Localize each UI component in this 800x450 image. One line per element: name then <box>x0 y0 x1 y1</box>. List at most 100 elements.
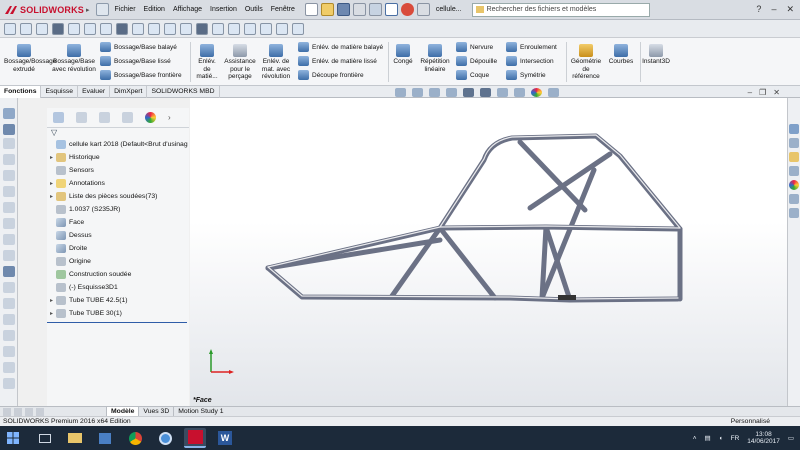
doc-close-button[interactable]: ✕ <box>773 88 780 97</box>
menu-affichage[interactable]: Affichage <box>173 6 202 13</box>
network-icon[interactable]: ▤ <box>705 434 711 442</box>
nervure-button[interactable]: Nervure <box>456 41 493 53</box>
next-tab-icon[interactable] <box>25 407 33 416</box>
zoom-fit-icon[interactable] <box>395 88 406 97</box>
configuration-tab-icon[interactable] <box>99 112 110 123</box>
property-manager-tab-icon[interactable] <box>76 112 87 123</box>
tab-vues-3d[interactable]: Vues 3D <box>138 406 173 417</box>
first-tab-icon[interactable] <box>3 407 11 416</box>
previous-view-icon[interactable] <box>429 88 440 97</box>
delete-body-icon[interactable] <box>3 330 15 341</box>
open-icon[interactable] <box>320 3 334 16</box>
display-style-icon[interactable] <box>480 88 491 97</box>
graphics-area[interactable] <box>190 98 787 408</box>
notifications-icon[interactable]: ▭ <box>788 434 794 442</box>
prev-tab-icon[interactable] <box>14 407 22 416</box>
view-settings-icon[interactable] <box>132 22 144 35</box>
browser-icon[interactable] <box>154 428 176 448</box>
word-icon[interactable]: W <box>214 428 236 448</box>
search-input[interactable]: Rechercher des fichiers et modèles <box>487 6 597 13</box>
tree-item-historique[interactable]: ▸ Historique <box>47 151 189 164</box>
enlev-balaye-button[interactable]: Enlév. de matière balayé <box>298 41 383 53</box>
bossage-extrude-button[interactable]: Bossage/Bossage extrudé <box>4 42 56 73</box>
weldment-icon[interactable] <box>3 108 15 119</box>
symetrie-button[interactable]: Symétrie <box>506 69 546 81</box>
tab-modele[interactable]: Modèle <box>106 406 139 417</box>
view-orientation-icon[interactable] <box>463 88 474 97</box>
last-tab-icon[interactable] <box>36 407 44 416</box>
geometrie-reference-button[interactable]: Géométrie de référence <box>568 42 604 81</box>
repetition-lineaire-button[interactable]: Répétition linéaire <box>418 42 452 73</box>
tab-motion-study[interactable]: Motion Study 1 <box>173 406 227 417</box>
start-button[interactable] <box>0 426 26 450</box>
task-view-icon[interactable] <box>34 428 56 448</box>
tab-evaluer[interactable]: Evaluer <box>78 86 111 98</box>
measure-icon[interactable] <box>148 22 160 35</box>
tree-item-annotations[interactable]: ▸ Annotations <box>47 177 189 190</box>
tab-esquisse[interactable]: Esquisse <box>41 86 79 98</box>
move-icon[interactable] <box>3 298 15 309</box>
file-explorer-icon[interactable] <box>789 152 799 162</box>
tree-item-esquisse3d1[interactable]: (-) Esquisse3D1 <box>47 281 189 294</box>
view-settings-icon[interactable] <box>548 88 559 97</box>
menu-edition[interactable]: Edition <box>144 6 165 13</box>
hide-show-icon[interactable] <box>84 22 96 35</box>
instant3d-button[interactable]: Instant3D <box>640 42 672 66</box>
appearances-icon[interactable] <box>789 180 799 190</box>
view-orient-icon[interactable] <box>4 22 16 35</box>
split-icon[interactable] <box>3 282 15 293</box>
courbes-button[interactable]: Courbes <box>606 42 636 66</box>
gusset-icon[interactable] <box>3 170 15 181</box>
menu-insertion[interactable]: Insertion <box>210 6 237 13</box>
coque-button[interactable]: Coque <box>456 69 489 81</box>
edit-appearance-icon[interactable] <box>514 88 525 97</box>
depouille-button[interactable]: Dépouille <box>456 55 497 67</box>
solidworks-taskbar-icon[interactable] <box>184 428 206 448</box>
bossage-frontiere-button[interactable]: Bossage/Base frontière <box>100 69 182 81</box>
mirror-icon[interactable] <box>3 378 15 389</box>
structural-member-icon[interactable] <box>3 124 15 135</box>
scene-icon[interactable] <box>116 22 128 35</box>
tree-item-dessus[interactable]: Dessus <box>47 229 189 242</box>
intersection-button[interactable]: Intersection <box>506 55 554 67</box>
hole-icon[interactable] <box>3 218 15 229</box>
trim-extend-icon[interactable] <box>228 22 240 35</box>
custom-properties-icon[interactable] <box>789 194 799 204</box>
apply-scene-icon[interactable] <box>531 88 542 97</box>
expand-icon[interactable]: ▸ <box>47 297 56 304</box>
menu-outils[interactable]: Outils <box>245 6 263 13</box>
new-document-icon[interactable] <box>304 3 318 16</box>
structural-member-icon[interactable] <box>212 22 224 35</box>
language-indicator[interactable]: FR <box>731 435 740 442</box>
filter-icon[interactable]: ▽ <box>47 128 189 138</box>
tray-up-arrow-icon[interactable]: ˄ <box>693 435 697 442</box>
section-view-icon[interactable] <box>446 88 457 97</box>
kart-frame-model[interactable] <box>190 98 787 408</box>
zoom-area-icon[interactable] <box>36 22 48 35</box>
tab-solidworks-mbd[interactable]: SOLIDWORKS MBD <box>147 86 220 98</box>
bossage-revolution-button[interactable]: Bossage/Base avec révolution <box>52 42 96 73</box>
fillet-bead-icon[interactable] <box>3 186 15 197</box>
resources-icon[interactable] <box>789 124 799 134</box>
enroulement-button[interactable]: Enroulement <box>506 41 557 53</box>
expand-icon[interactable]: ▸ <box>47 180 56 187</box>
home-icon[interactable] <box>95 3 109 16</box>
tree-item-material[interactable]: 1.0037 (S235JR) <box>47 203 189 216</box>
tab-dimxpert[interactable]: DimXpert <box>110 86 148 98</box>
expand-icon[interactable]: ▸ <box>47 154 56 161</box>
tree-item-face[interactable]: Face <box>47 216 189 229</box>
appearance-icon[interactable] <box>100 22 112 35</box>
tree-item-tube-30[interactable]: ▸ Tube TUBE 30(1) <box>47 307 189 320</box>
volume-icon[interactable]: ◖ <box>719 435 723 442</box>
rebuild-icon[interactable] <box>400 3 414 16</box>
view-palette-icon[interactable] <box>789 166 799 176</box>
weldment-icon[interactable] <box>196 22 208 35</box>
extrude-cut-icon[interactable] <box>3 202 15 213</box>
section-view-icon[interactable] <box>52 22 64 35</box>
doc-minimize-button[interactable]: – <box>748 88 752 97</box>
search-box[interactable]: Rechercher des fichiers et modèles <box>471 2 650 17</box>
cut-list-icon[interactable] <box>292 22 304 35</box>
options-icon[interactable] <box>416 3 430 16</box>
expand-icon[interactable]: ▸ <box>47 193 56 200</box>
tree-item-construction-soudee[interactable]: Construction soudée <box>47 268 189 281</box>
